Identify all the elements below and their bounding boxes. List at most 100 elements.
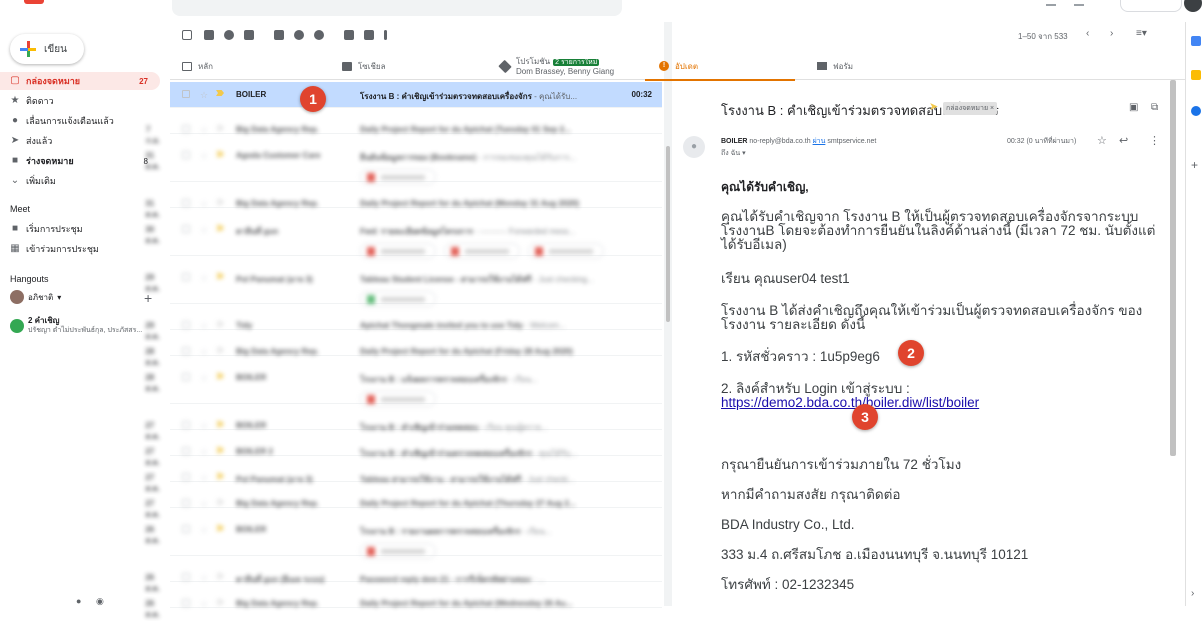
list-scrollbar[interactable] [664, 22, 672, 606]
row-checkbox[interactable] [182, 273, 190, 281]
delete-icon[interactable] [244, 30, 254, 40]
importance-marker-icon[interactable] [216, 473, 224, 479]
search-input[interactable] [172, 0, 622, 16]
snooze-icon[interactable] [294, 30, 304, 40]
hangouts-user[interactable]: อภิชาติ ▾ [10, 290, 61, 304]
row-checkbox[interactable] [182, 225, 190, 233]
nav-item-snoozed[interactable]: ● เลื่อนการแจ้งเตือนแล้ว [0, 112, 160, 130]
tasks-icon[interactable] [1191, 106, 1201, 116]
importance-marker-icon[interactable] [216, 90, 224, 96]
nav-item-sent[interactable]: ➤ ส่งแล้ว [0, 132, 160, 150]
tab-social[interactable]: โซเชียล [342, 52, 385, 80]
row-checkbox[interactable] [182, 321, 190, 329]
table-row[interactable]: ☆ Pol Panumat (อาจ 3) Tableau Student Lice… [145, 256, 662, 307]
row-checkbox[interactable] [182, 473, 190, 481]
more-vert-icon[interactable] [384, 30, 387, 40]
importance-marker-icon[interactable] [216, 573, 224, 579]
scrollbar-thumb[interactable] [666, 146, 670, 322]
calendar-icon[interactable] [1191, 36, 1201, 46]
tab-promotions[interactable]: โปรโมชัน 2 รายการใหม่ Dom Brassey, Benny … [498, 52, 614, 80]
tab-primary[interactable]: หลัก [182, 52, 213, 80]
settings-icon[interactable] [1074, 0, 1084, 6]
star-icon[interactable]: ☆ [200, 151, 208, 162]
person-icon[interactable]: ● [76, 596, 81, 606]
importance-marker-icon[interactable] [216, 599, 224, 605]
star-icon[interactable]: ☆ [200, 90, 208, 101]
row-checkbox[interactable] [182, 347, 190, 355]
mark-unread-icon[interactable] [274, 30, 284, 40]
inbox-label-chip[interactable]: กล่องจดหมาย × [943, 102, 998, 115]
print-icon[interactable]: ▣ [1129, 102, 1138, 113]
reply-icon[interactable]: ↩ [1119, 134, 1128, 147]
importance-marker-icon[interactable] [216, 447, 224, 453]
table-row[interactable]: ☆ BOILER 2 โรงงาน B : คำเชิญเข้าร่วมตรวจทด… [145, 430, 662, 467]
nav-item-inbox[interactable]: ▢ กล่องจดหมาย 27 [0, 72, 160, 90]
star-icon[interactable]: ☆ [200, 273, 208, 284]
star-icon[interactable]: ☆ [200, 225, 208, 236]
hangouts-invites[interactable]: 2 คำเชิญ ปรัชญา ตำไม่ประพันธ์กุล, ประภัส… [10, 316, 142, 335]
meet-join[interactable]: ▦ เข้าร่วมการประชุม [0, 240, 160, 258]
star-icon[interactable]: ☆ [200, 525, 208, 536]
importance-marker-icon[interactable] [216, 525, 224, 531]
tab-forums[interactable]: ฟอรัม [817, 52, 853, 80]
table-row[interactable]: ☆ Big Data Agency Rep. Daily Project Repor… [145, 330, 662, 367]
reading-scrollbar[interactable] [1170, 80, 1176, 456]
gmail-logo[interactable] [24, 0, 44, 4]
importance-marker-icon[interactable] [216, 199, 224, 205]
table-row[interactable]: ☆ BOILER โรงงาน B : รายงานผลการตรวจสอบเครื… [145, 508, 662, 559]
importance-marker-icon[interactable] [216, 421, 224, 427]
select-all-checkbox[interactable] [182, 30, 192, 40]
table-row[interactable]: ☆ Big Data Agency Rep. Daily Project Repor… [146, 108, 662, 145]
login-link[interactable]: https://demo2.bda.co.th/boiler.diw/list/… [721, 395, 979, 410]
archive-icon[interactable] [204, 30, 214, 40]
importance-marker-icon[interactable] [216, 273, 224, 279]
account-switcher[interactable] [1120, 0, 1182, 12]
keep-icon[interactable] [1191, 70, 1201, 80]
table-row[interactable]: ☆ Big Data Agency Rep. Daily Project Repor… [145, 182, 662, 219]
table-row[interactable]: ☆ ตาลีนที่ gun Fwd: รายละเอียดข้อมูลโครงกา… [145, 208, 662, 259]
support-icon[interactable] [1046, 0, 1056, 6]
importance-marker-icon[interactable] [216, 373, 224, 379]
row-checkbox[interactable] [182, 499, 190, 507]
row-checkbox[interactable] [182, 573, 190, 581]
row-checkbox[interactable] [182, 421, 190, 429]
more-vert-icon[interactable]: ⋮ [1149, 134, 1160, 147]
importance-marker-icon[interactable] [216, 499, 224, 505]
add-task-icon[interactable] [314, 30, 324, 40]
get-addons-icon[interactable]: + [1191, 159, 1201, 171]
nav-item-more[interactable]: ⌄ เพิ่มเติม [0, 172, 160, 190]
row-checkbox[interactable] [182, 525, 190, 533]
account-avatar[interactable] [1184, 0, 1202, 12]
tab-updates[interactable]: ! อัปเดต [644, 52, 796, 81]
importance-marker-icon[interactable] [216, 151, 224, 157]
open-new-window-icon[interactable]: ⧉ [1151, 102, 1158, 113]
table-row[interactable]: ☆ BOILER โรงงาน B : แจ้งผลการตรวจสอบเครื่อ… [145, 356, 662, 407]
star-icon[interactable]: ☆ [200, 599, 208, 610]
table-row[interactable]: ☆ Big Data Agency Rep. Daily Project Repor… [145, 582, 662, 619]
table-row[interactable]: ☆ BOILER โรงงาน B : คำเชิญเข้าร่วมทดสอบ - … [145, 404, 662, 441]
row-checkbox[interactable] [182, 125, 190, 133]
row-checkbox[interactable] [182, 373, 190, 381]
table-row[interactable]: ☆ BOILER โรงงาน B : คำเชิญเข้าร่วมตรวจทดสอ… [170, 82, 662, 108]
table-row[interactable]: ☆ Big Data Agency Rep. Daily Project Repor… [145, 482, 662, 519]
compose-button[interactable]: เขียน [10, 34, 84, 64]
nav-item-drafts[interactable]: ■ ร่างจดหมาย 8 [0, 152, 160, 170]
report-spam-icon[interactable] [224, 30, 234, 40]
nav-item-starred[interactable]: ★ ติดดาว [0, 92, 160, 110]
row-checkbox[interactable] [182, 447, 190, 455]
table-row[interactable]: ☆ Agoda Customer Care ยืนยันข้อมูลการจอง (… [145, 134, 662, 185]
expand-icon[interactable]: › [1191, 588, 1201, 599]
star-icon[interactable]: ☆ [1097, 134, 1107, 147]
via-link[interactable]: ผ่าน [813, 138, 826, 145]
meet-start[interactable]: ■ เริ่มการประชุม [0, 220, 160, 238]
importance-marker-icon[interactable] [216, 225, 224, 231]
label-icon[interactable] [364, 30, 374, 40]
move-to-icon[interactable] [344, 30, 354, 40]
important-icon[interactable]: ➤ [929, 100, 938, 113]
row-checkbox[interactable] [182, 199, 190, 207]
star-icon[interactable]: ☆ [200, 373, 208, 384]
row-checkbox[interactable] [182, 151, 190, 159]
importance-marker-icon[interactable] [216, 321, 224, 327]
row-checkbox[interactable] [182, 90, 190, 98]
importance-marker-icon[interactable] [216, 347, 224, 353]
